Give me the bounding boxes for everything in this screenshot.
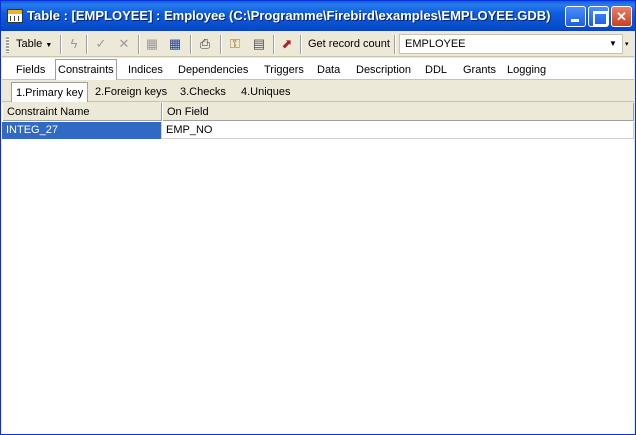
edit-arrow-icon[interactable]: ⬈ bbox=[279, 36, 295, 52]
tab-ddl[interactable]: DDL bbox=[423, 60, 449, 80]
main-tab-bar: Fields Constraints Indices Dependencies … bbox=[2, 58, 634, 80]
toolbar-separator bbox=[273, 35, 275, 54]
table-menu-label: Table bbox=[16, 38, 43, 50]
cell-constraint-name[interactable]: INTEG_27 bbox=[2, 122, 162, 139]
tab-grants[interactable]: Grants bbox=[461, 60, 498, 80]
lightning-icon[interactable]: ϟ bbox=[66, 36, 82, 52]
maximize-button[interactable] bbox=[588, 6, 609, 27]
chevron-down-icon[interactable]: ▼ bbox=[606, 36, 620, 52]
constraint-tab-bar: 1.Primary key 2.Foreign keys 3.Checks 4.… bbox=[2, 81, 634, 102]
toolbar-separator bbox=[394, 35, 396, 54]
table-select[interactable]: EMPLOYEE ▼ bbox=[399, 34, 623, 54]
tab-triggers[interactable]: Triggers bbox=[262, 60, 306, 80]
minimize-button[interactable] bbox=[565, 6, 586, 27]
table-window: Table : [EMPLOYEE] : Employee (C:\Progra… bbox=[0, 0, 636, 435]
toolbar-separator bbox=[138, 35, 140, 54]
key-icon[interactable]: ⚿ bbox=[227, 36, 243, 52]
toolbar-separator bbox=[60, 35, 62, 54]
document-icon[interactable]: ▤ bbox=[251, 36, 267, 52]
chevron-down-icon: ▼ bbox=[45, 42, 53, 49]
cell-on-field[interactable]: EMP_NO bbox=[162, 122, 634, 139]
table-menu-button[interactable]: Table ▼ bbox=[12, 34, 56, 55]
tab-foreign-keys[interactable]: 2.Foreign keys bbox=[91, 82, 171, 102]
toolbar-overflow-icon[interactable]: ▾ bbox=[625, 40, 629, 48]
table-row[interactable]: INTEG_27 EMP_NO bbox=[2, 122, 634, 139]
toolbar: Table ▼ ϟ ✓ ✕ ▦ ▦ ⎙ ⚿ ▤ ⬈ Get record cou… bbox=[2, 32, 634, 57]
grid-header: Constraint Name On Field bbox=[2, 103, 634, 121]
column-header-constraint-name[interactable]: Constraint Name bbox=[2, 103, 162, 121]
title-bar[interactable]: Table : [EMPLOYEE] : Employee (C:\Progra… bbox=[1, 1, 635, 31]
constraints-grid[interactable]: Constraint Name On Field INTEG_27 EMP_NO bbox=[2, 103, 634, 434]
close-button[interactable]: ✕ bbox=[611, 6, 632, 27]
tab-description[interactable]: Description bbox=[354, 60, 413, 80]
rollback-cross-icon[interactable]: ✕ bbox=[116, 36, 132, 52]
tab-uniques[interactable]: 4.Uniques bbox=[237, 82, 295, 102]
toolbar-separator bbox=[220, 35, 222, 54]
toolbar-separator bbox=[86, 35, 88, 54]
table-grid-icon[interactable]: ▦ bbox=[167, 36, 183, 52]
tab-dependencies[interactable]: Dependencies bbox=[176, 60, 250, 80]
get-record-count-button[interactable]: Get record count bbox=[304, 34, 394, 55]
tab-logging[interactable]: Logging bbox=[505, 60, 548, 80]
tab-primary-key[interactable]: 1.Primary key bbox=[11, 82, 89, 102]
tab-indices[interactable]: Indices bbox=[126, 60, 165, 80]
grid-print-icon[interactable]: ▦ bbox=[144, 36, 160, 52]
tab-checks[interactable]: 3.Checks bbox=[176, 82, 230, 102]
table-select-value: EMPLOYEE bbox=[405, 38, 466, 50]
table-icon bbox=[7, 9, 23, 23]
tab-data[interactable]: Data bbox=[315, 60, 342, 80]
tab-constraints[interactable]: Constraints bbox=[55, 59, 117, 80]
commit-check-icon[interactable]: ✓ bbox=[93, 36, 109, 52]
tab-fields[interactable]: Fields bbox=[14, 60, 47, 80]
toolbar-grip[interactable] bbox=[6, 36, 9, 53]
printer-icon[interactable]: ⎙ bbox=[197, 36, 213, 52]
toolbar-separator bbox=[190, 35, 192, 54]
toolbar-separator bbox=[300, 35, 302, 54]
window-title: Table : [EMPLOYEE] : Employee (C:\Progra… bbox=[27, 8, 551, 23]
column-header-on-field[interactable]: On Field bbox=[162, 103, 634, 121]
